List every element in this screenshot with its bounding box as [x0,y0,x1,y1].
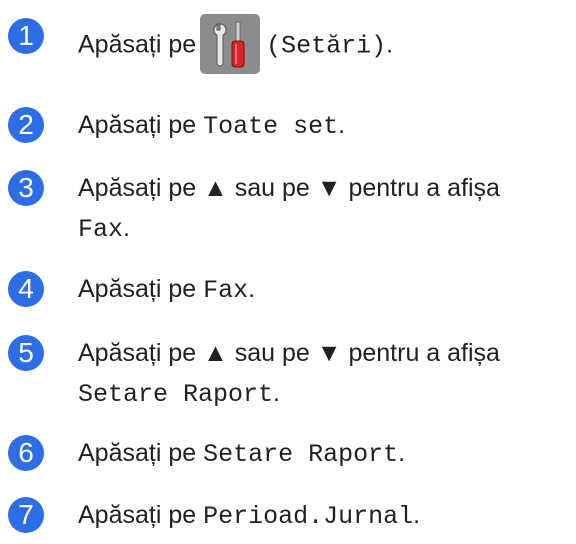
menu-option-label: Fax [78,215,124,244]
step-instruction: Apăsați pe Perioad.Jurnal. [78,501,421,531]
step-number-badge: 6 [8,435,44,471]
step-instruction-continued: Fax. [78,214,130,244]
step-number-badge: 7 [8,497,44,533]
step-text: Apăsați pe [78,111,197,139]
step-number-badge: 4 [8,271,44,307]
step-instruction-continued: Setare Raport. [78,379,280,409]
step-instruction: Apăsați pe Setare Raport. [78,439,406,469]
step-instruction: Apăsați pe (Setări). [78,14,393,76]
step-text: Apăsați pe [78,439,197,467]
step-number-badge: 2 [8,107,44,143]
step-instruction: Apăsați pe Toate set. [78,111,346,141]
step-text: Apăsați pe ▲ sau pe ▼ pentru a afișa [78,174,500,202]
step-number-badge: 1 [8,18,44,54]
step-number-badge: 3 [8,170,44,206]
menu-option-label: Setare Raport [203,440,399,469]
step-text: Apăsați pe [78,275,197,303]
step-instruction: Apăsați pe ▲ sau pe ▼ pentru a afișa [78,170,500,206]
settings-label: (Setări) [266,31,387,61]
step-text: Apăsați pe ▲ sau pe ▼ pentru a afișa [78,339,500,367]
settings-tools-icon[interactable] [200,14,261,74]
step-text: Apăsați pe [78,30,197,59]
step-instruction: Apăsați pe Fax. [78,275,256,305]
step-number-badge: 5 [8,335,44,371]
menu-option-label: Toate set [203,112,339,141]
menu-option-label: Setare Raport [78,380,274,409]
menu-option-label: Perioad.Jurnal [203,502,414,531]
step-instruction: Apăsați pe ▲ sau pe ▼ pentru a afișa [78,335,500,371]
step-text: Apăsați pe [78,501,197,529]
menu-option-label: Fax [203,276,249,305]
